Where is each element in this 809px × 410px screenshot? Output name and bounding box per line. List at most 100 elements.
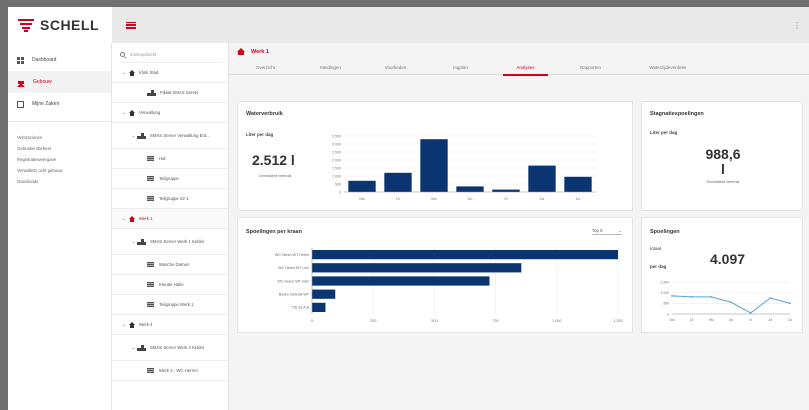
tab-waterzijdeverdeler[interactable]: Waterzijdeverdeler — [623, 60, 713, 75]
tree-item[interactable]: Kleuter Halle — [112, 275, 228, 295]
card-subtitle: totaal — [650, 246, 662, 251]
bar — [312, 249, 618, 260]
tab-meldingen[interactable]: Meldingen — [298, 60, 363, 75]
building-tree: Zoekopdracht ⌄ Klink Stad Filiaal SMAS Ser… — [112, 43, 229, 410]
chevron-down-icon[interactable]: ⌄ — [130, 345, 137, 351]
bar — [312, 263, 522, 273]
tree-item[interactable]: ⌄ SMAS Server Werk 1 Kelder — [112, 229, 228, 255]
chevron-down-icon[interactable]: ⌄ — [130, 239, 137, 245]
tree-item[interactable]: ⌄ Werk 1 — [112, 209, 228, 229]
server-icon — [137, 238, 146, 245]
tree-item[interactable]: Wasche Damen — [112, 255, 228, 275]
water-usage-chart: 0 500 1.000 1.500 2.000 2.500 3.000 3.500 Ma Di Wo… — [332, 134, 596, 201]
y-tick-label: 1.000 — [332, 174, 341, 178]
sidebar-link[interactable]: Registratieweergave — [8, 154, 111, 165]
tree-item[interactable]: Hal — [112, 149, 228, 169]
tab-voorkeden[interactable]: Voorkeden — [363, 60, 428, 75]
x-tick-label: Vr — [749, 318, 753, 322]
bar — [384, 172, 412, 192]
sidebar-link[interactable]: Verwaltetn ocht gebouw — [8, 165, 111, 176]
flush-line-chart: 0 500 1.000 1.500 Ma Di Wo Do Vr Za Zo — [661, 280, 793, 322]
chevron-down-icon[interactable]: ⌄ — [120, 70, 127, 76]
tree-item[interactable]: Teilgruppe Werk 1 — [112, 295, 228, 315]
tree-item-label: Hal — [159, 155, 166, 161]
y-tick-label: WC Heren WT Urin — [278, 266, 309, 270]
stagnation-note: Gemiddeld verbruik — [706, 180, 740, 184]
x-tick-label: Za — [540, 197, 545, 201]
sidebar-item-gebouw[interactable]: Gebouw — [8, 71, 111, 93]
tree-item[interactable]: ⌄ SMAS Server Verwaltung Erd... — [112, 123, 228, 149]
stagnation-value: 988,6 — [705, 146, 741, 162]
sidebar-link[interactable]: Downloads — [8, 176, 111, 187]
tree-list: ⌄ Klink Stad Filiaal SMAS Server ⌄ Verwaltun… — [112, 63, 228, 381]
house-icon — [237, 47, 245, 55]
flush-total-value: 4.097 — [710, 251, 746, 267]
house-icon — [129, 322, 135, 328]
house-icon — [17, 76, 25, 87]
tab-overzicht[interactable]: Overzicht — [233, 60, 298, 75]
chevron-down-icon[interactable]: ⌄ — [120, 216, 127, 222]
x-tick-label: Di — [396, 197, 400, 201]
tree-item[interactable]: Teilgruppe — [112, 169, 228, 189]
search-input[interactable]: Zoekopdracht — [130, 52, 156, 57]
y-tick-label: 1.500 — [332, 166, 341, 170]
top-count-dropdown[interactable]: Top 5 ⌄ — [592, 228, 622, 235]
chevron-down-icon[interactable]: ⌄ — [120, 322, 127, 328]
tab-ingplan[interactable]: Ingplan — [428, 60, 493, 75]
data-point — [690, 296, 693, 298]
list-icon — [17, 100, 24, 108]
tree-item[interactable]: ⌄ Klink Stad — [112, 63, 228, 83]
card-subtitle: Liter per dag — [246, 132, 274, 137]
y-tick-label: 0 — [667, 312, 669, 316]
group-icon — [147, 176, 154, 181]
x-tick-label: Ma — [359, 197, 365, 201]
tree-item-label: Filiaal SMAS Server — [160, 89, 199, 95]
x-tick-label: Wo — [431, 197, 437, 201]
menu-icon[interactable] — [126, 21, 136, 29]
x-tick-label: Wo — [709, 318, 714, 322]
divider — [8, 121, 111, 122]
sidebar-item-dashboard[interactable]: Dashboard — [8, 49, 111, 71]
chevron-down-icon[interactable]: ⌄ — [120, 110, 127, 116]
y-tick-label: 2.000 — [332, 158, 341, 162]
tab-rapporten[interactable]: Rapporten — [558, 60, 623, 75]
tree-item[interactable]: ⌄ SMAS Server Werk 4 Kelder — [112, 335, 228, 361]
y-tick-label: 1.500 — [661, 280, 670, 284]
x-tick-label: Do — [468, 197, 473, 201]
y-tick-label: WC Heren WT Inter — [278, 279, 310, 283]
tree-item[interactable]: Teilgruppe 42-1 — [112, 189, 228, 209]
tree-item-label: Teilgruppe Werk 1 — [159, 301, 194, 307]
group-icon — [147, 302, 154, 307]
dropdown-value: Top 5 — [592, 228, 603, 233]
y-tick-label: WC Heren WT Heren — [275, 253, 309, 257]
sidebar: Dashboard Gebouw Mijne Zaken Verbrazione… — [8, 43, 112, 410]
y-tick-label: OS 33.A.B — [292, 306, 310, 310]
water-usage-value: 2.512 l — [252, 152, 295, 168]
x-tick-label: 250 — [370, 319, 376, 323]
tab-analyses[interactable]: Analyses — [493, 60, 558, 76]
tree-item[interactable]: Werk 3 - WC Herren — [112, 361, 228, 381]
data-point — [671, 294, 673, 297]
water-usage-card: Waterverbruik Liter per dag 2.512 l Gemi… — [237, 101, 633, 211]
brand[interactable]: SCHELL — [8, 7, 112, 43]
tree-item[interactable]: ⌄ Verwaltung — [112, 103, 228, 123]
search-field[interactable]: Zoekopdracht — [120, 47, 222, 63]
sidebar-item-label: Dashboard — [32, 57, 57, 63]
group-icon — [147, 368, 154, 373]
x-tick-label: 500 — [431, 319, 437, 323]
y-tick-label: 500 — [335, 182, 341, 186]
tree-item[interactable]: Filiaal SMAS Server — [112, 83, 228, 103]
y-tick-label: 3.000 — [332, 142, 341, 146]
stagnation-unit: l — [721, 161, 725, 177]
more-icon[interactable]: ⋮ — [793, 21, 801, 30]
sidebar-link[interactable]: Gebruikersbeheer — [8, 143, 111, 154]
tree-item[interactable]: ⌄ Werk 4 — [112, 315, 228, 335]
y-tick-label: 1.000 — [661, 291, 670, 295]
chevron-down-icon[interactable]: ⌄ — [130, 133, 137, 139]
bar — [492, 189, 520, 192]
y-tick-label: 2.500 — [332, 150, 341, 154]
tree-item-label: SMAS Server Verwaltung Erd... — [150, 132, 210, 138]
sidebar-link[interactable]: Verbrazionen — [8, 132, 111, 143]
y-tick-label: 500 — [663, 302, 669, 306]
sidebar-item-mijne-zaken[interactable]: Mijne Zaken — [8, 93, 111, 115]
